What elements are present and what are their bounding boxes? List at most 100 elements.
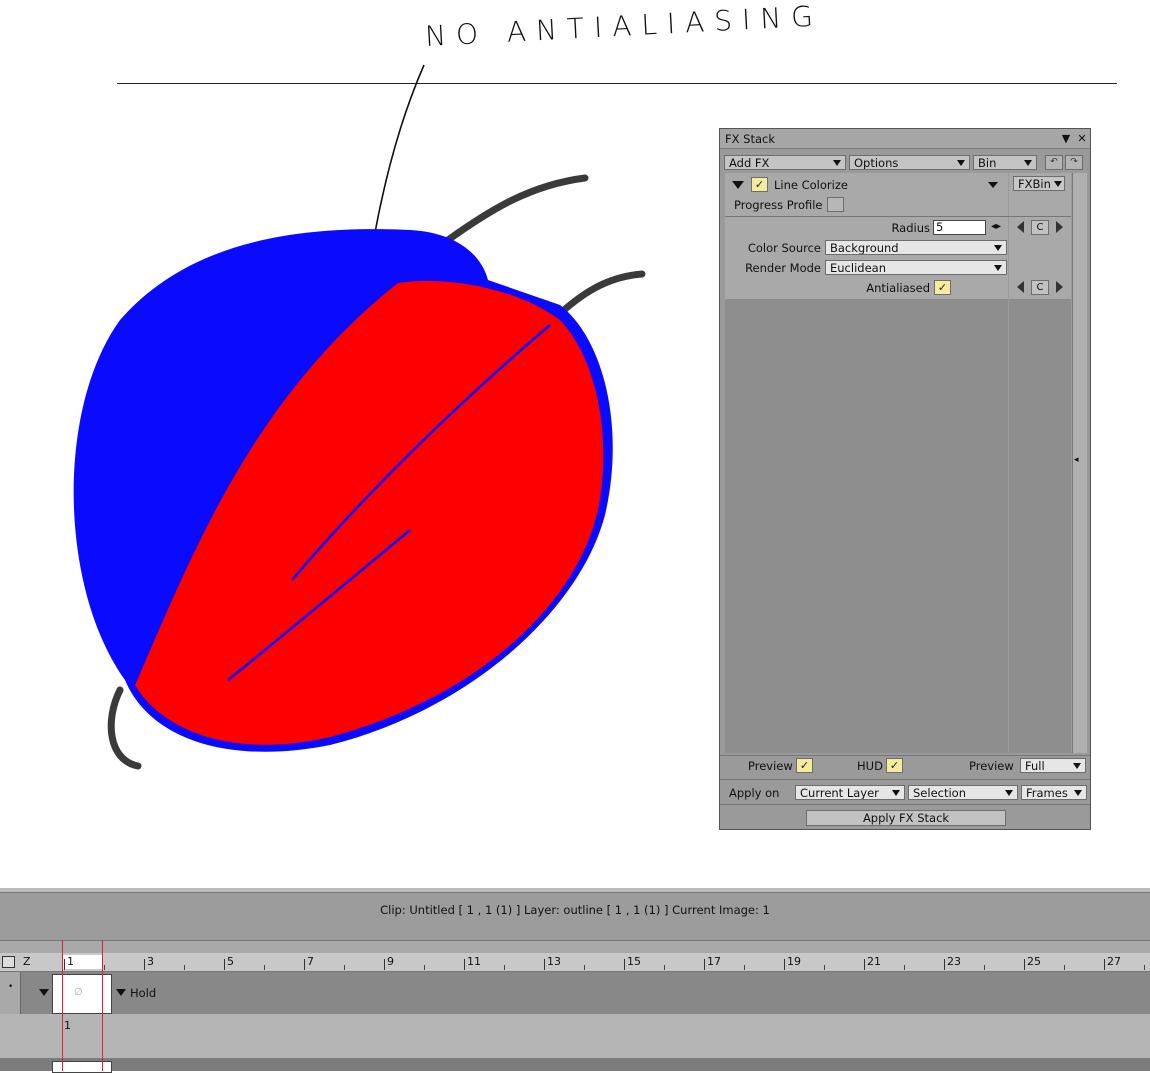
ruler-tick-label: 19 (787, 955, 801, 968)
ruler-minor-tick (424, 965, 425, 970)
ruler-minor-tick (1064, 965, 1065, 970)
preview-quality-value: Full (1025, 758, 1045, 773)
ruler-minor-tick (1144, 965, 1145, 970)
footer-separator (720, 755, 1090, 756)
playhead-right[interactable] (102, 940, 103, 1071)
ruler-minor-tick (584, 965, 585, 970)
ruler-minor-tick (344, 965, 345, 970)
ruler-tick-label: 21 (867, 955, 881, 968)
sub-track[interactable] (0, 1014, 1150, 1058)
apply-on-label: Apply on (729, 786, 780, 800)
playhead-left[interactable] (62, 940, 63, 1071)
ruler-minor-tick (984, 965, 985, 970)
radius-c-button[interactable]: C (1031, 220, 1049, 235)
progress-profile-label: Progress Profile (734, 198, 823, 212)
antialiased-c-button[interactable]: C (1031, 280, 1049, 295)
fxbin-label: FXBin (1018, 176, 1051, 191)
frames-dropdown[interactable]: Frames (1021, 785, 1087, 800)
redo-icon[interactable]: ↷ (1065, 155, 1083, 170)
ruler-tick-label: 27 (1107, 955, 1121, 968)
camera-icon[interactable] (2, 956, 15, 968)
add-fx-dropdown[interactable]: Add FX (724, 155, 846, 170)
bin-label: Bin (978, 155, 997, 170)
ruler-major-tick (544, 959, 545, 970)
radius-input[interactable]: 5 (933, 220, 986, 235)
ruler-major-tick (1024, 959, 1025, 970)
ruler-tick-label: 3 (147, 955, 154, 968)
options-label: Options (854, 155, 899, 170)
hud-label: HUD (857, 759, 883, 773)
antenna-right (551, 270, 646, 322)
next-layer-track[interactable] (0, 1058, 1150, 1071)
collapse-effect-icon[interactable] (732, 181, 744, 189)
ruler-tick-label: 7 (307, 955, 314, 968)
frame-ruler[interactable] (0, 953, 1150, 972)
ruler-tick-label: 15 (627, 955, 641, 968)
ruler-major-tick (784, 959, 785, 970)
antialiased-label: Antialiased (866, 281, 930, 295)
preview-quality-label: Preview (969, 759, 1014, 773)
key-prev-icon[interactable] (1017, 221, 1024, 233)
color-source-label: Color Source (747, 241, 821, 255)
ruler-tick-label: 23 (947, 955, 961, 968)
options-dropdown[interactable]: Options (849, 155, 970, 170)
preview-quality-dropdown[interactable]: Full (1020, 758, 1086, 773)
color-source-dropdown[interactable]: Background (825, 240, 1007, 255)
timeline-status: Clip: Untitled [ 1 , 1 (1) ] Layer: outl… (380, 903, 770, 917)
panel-titlebar[interactable]: FX Stack ▼ ✕ (720, 129, 1090, 149)
ruler-tick-label: 1 (67, 955, 74, 968)
layer-dot-icon[interactable]: • (8, 982, 13, 992)
render-mode-dropdown[interactable]: Euclidean (825, 260, 1007, 275)
next-frame-thumbnail[interactable] (52, 1061, 112, 1073)
frame-thumbnail[interactable]: ∅ (52, 974, 112, 1014)
progress-profile-checkbox[interactable] (827, 197, 844, 212)
ruler-tick-label: 25 (1027, 955, 1041, 968)
render-mode-label: Render Mode (745, 261, 821, 275)
ruler-major-tick (304, 959, 305, 970)
color-source-value: Background (830, 240, 899, 255)
undo-icon[interactable]: ↶ (1045, 155, 1063, 170)
ruler-tick-label: 5 (227, 955, 234, 968)
selection-value: Selection (913, 785, 966, 800)
render-mode-value: Euclidean (830, 260, 886, 275)
add-fx-label: Add FX (729, 155, 770, 170)
apply-on-value: Current Layer (800, 785, 879, 800)
ruler-major-tick (64, 959, 65, 970)
frame-number: 1 (64, 1019, 71, 1032)
preview-checkbox[interactable]: ✓ (796, 758, 813, 773)
key-next-icon[interactable] (1056, 221, 1063, 233)
effect-name: Line Colorize (774, 178, 848, 192)
effect-menu-icon[interactable] (988, 182, 998, 188)
antenna-top (444, 174, 589, 244)
antialiased-checkbox[interactable]: ✓ (934, 280, 951, 295)
panel-menu-icon[interactable]: ▼ (1058, 132, 1074, 145)
layer-expand-icon[interactable] (39, 989, 49, 996)
apply-on-dropdown[interactable]: Current Layer (795, 785, 905, 800)
ruler-major-tick (464, 959, 465, 970)
close-icon[interactable]: ✕ (1074, 132, 1090, 145)
ruler-major-tick (1104, 959, 1105, 970)
ruler-minor-tick (824, 965, 825, 970)
ruler-tick-label: 13 (547, 955, 561, 968)
apply-fx-stack-button[interactable]: Apply FX Stack (806, 810, 1006, 826)
ruler-major-tick (144, 959, 145, 970)
scroll-grip-icon[interactable]: ◂ (1074, 455, 1079, 465)
radius-label: Radius (891, 221, 930, 235)
key-next-icon-2[interactable] (1056, 281, 1063, 293)
effect-enabled-checkbox[interactable]: ✓ (751, 177, 768, 192)
z-label: Z (23, 955, 31, 968)
radius-scrub-icon[interactable]: ◂▸ (991, 221, 1001, 232)
selection-dropdown[interactable]: Selection (908, 785, 1018, 800)
hold-dropdown-icon[interactable] (116, 989, 126, 996)
layer-track[interactable] (0, 972, 1150, 1014)
fxbin-dropdown[interactable]: FXBin (1013, 176, 1065, 191)
hold-label: Hold (130, 986, 157, 1000)
frames-value: Frames (1026, 785, 1068, 800)
ruler-major-tick (704, 959, 705, 970)
bin-dropdown[interactable]: Bin (973, 155, 1037, 170)
timeline-header-bar (0, 940, 1150, 954)
hud-checkbox[interactable]: ✓ (886, 758, 903, 773)
ruler-minor-tick (104, 965, 105, 970)
key-prev-icon-2[interactable] (1017, 281, 1024, 293)
ruler-minor-tick (184, 965, 185, 970)
